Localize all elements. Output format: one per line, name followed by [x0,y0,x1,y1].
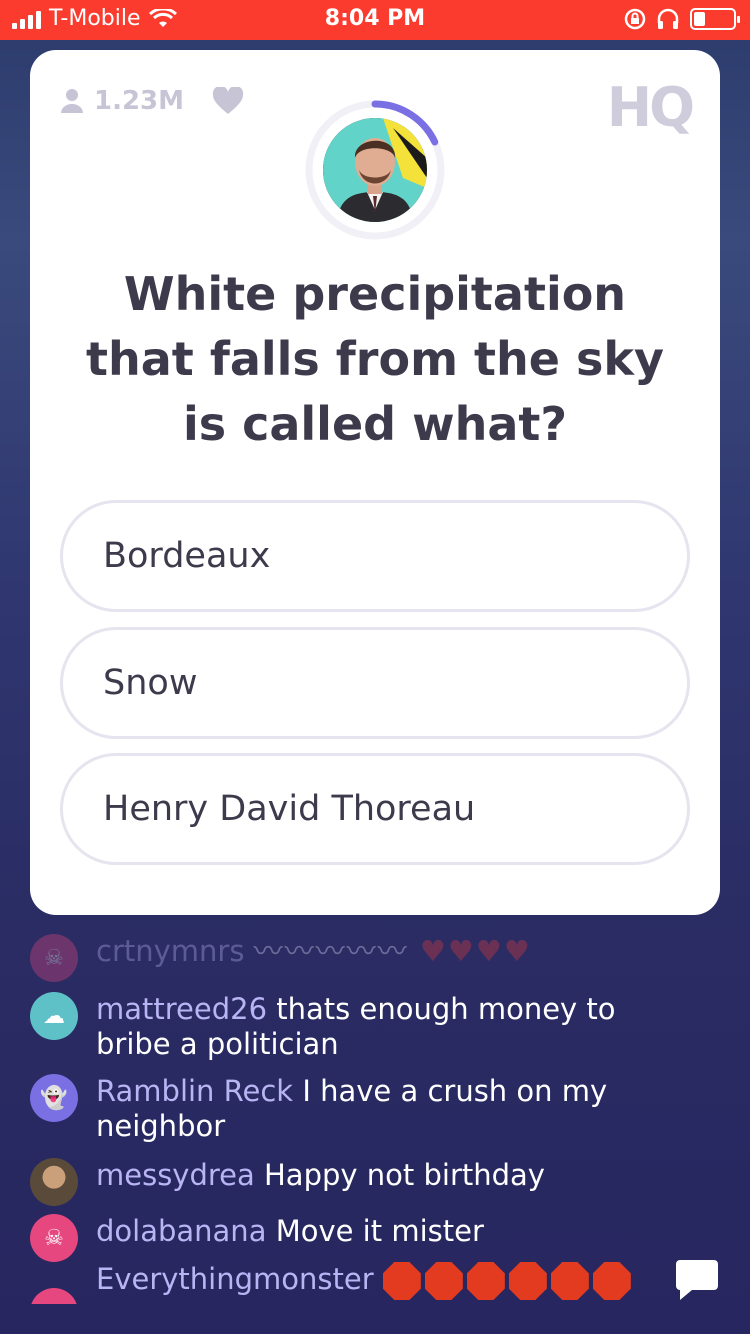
battery-icon [690,8,740,30]
chat-text: messydrea Happy not birthday [96,1158,545,1193]
host-avatar [323,118,427,222]
answer-label: Henry David Thoreau [103,789,476,829]
rainbow-hearts-emoji: 〰〰〰〰〰 ♥♥♥♥ [253,934,532,968]
skull-icon: ☠ [30,934,78,982]
heart-icon[interactable] [212,87,244,115]
chat-body: Happy not birthday [264,1158,545,1192]
question-card: 1.23M HQ White precipitation that falls … [30,50,720,915]
ghost-icon: 👻 [30,1074,78,1122]
chat-message: ☠ crtnymnrs 〰〰〰〰〰 ♥♥♥♥ [30,934,650,982]
chat-message: Everythingmonster [30,1262,650,1304]
chat-message: 👻 Ramblin Reck I have a crush on my neig… [30,1074,650,1144]
skull-icon [30,1288,78,1304]
chat-text: Ramblin Reck I have a crush on my neighb… [96,1074,650,1144]
answer-option-1[interactable]: Bordeaux [60,500,690,612]
chat-username: mattreed26 [96,992,268,1026]
chat-username: crtnymnrs [96,934,245,968]
viewer-count-label: 1.23M [94,86,185,116]
skull-icon: ☠ [30,1214,78,1262]
chat-username: dolabanana [96,1214,267,1248]
answer-option-3[interactable]: Henry David Thoreau [60,753,690,865]
chat-text: crtnymnrs 〰〰〰〰〰 ♥♥♥♥ [96,934,532,969]
answer-label: Bordeaux [103,536,271,576]
chat-username: Everythingmonster [96,1262,374,1296]
countdown-timer [303,98,447,242]
host-photo [323,118,427,222]
status-right [624,8,740,30]
chat-message: ☁ mattreed26 thats enough money to bribe… [30,992,650,1062]
headphones-icon [657,8,679,29]
chat-message: messydrea Happy not birthday [30,1158,650,1206]
cloud-icon: ☁ [30,992,78,1040]
stop-sign-emoji [382,1262,635,1300]
answer-option-2[interactable]: Snow [60,627,690,739]
hq-logo: HQ [606,76,695,139]
chat-body: Move it mister [275,1214,484,1248]
chat-text: Everythingmonster [96,1262,635,1300]
orientation-lock-icon [624,8,646,30]
chat-username: messydrea [96,1158,255,1192]
chat-username: Ramblin Reck [96,1074,294,1108]
chat-message: ☠ dolabanana Move it mister [30,1214,650,1262]
chat-text: dolabanana Move it mister [96,1214,484,1249]
photo-avatar [30,1158,78,1206]
status-bar: T-Mobile 8:04 PM [0,0,750,40]
answer-label: Snow [103,663,198,703]
chat-text: mattreed26 thats enough money to bribe a… [96,992,650,1062]
person-icon [61,89,83,113]
chat-bubble-icon[interactable] [674,1256,720,1302]
viewer-count: 1.23M [60,86,244,116]
question-text: White precipitation that falls from the … [86,267,664,451]
